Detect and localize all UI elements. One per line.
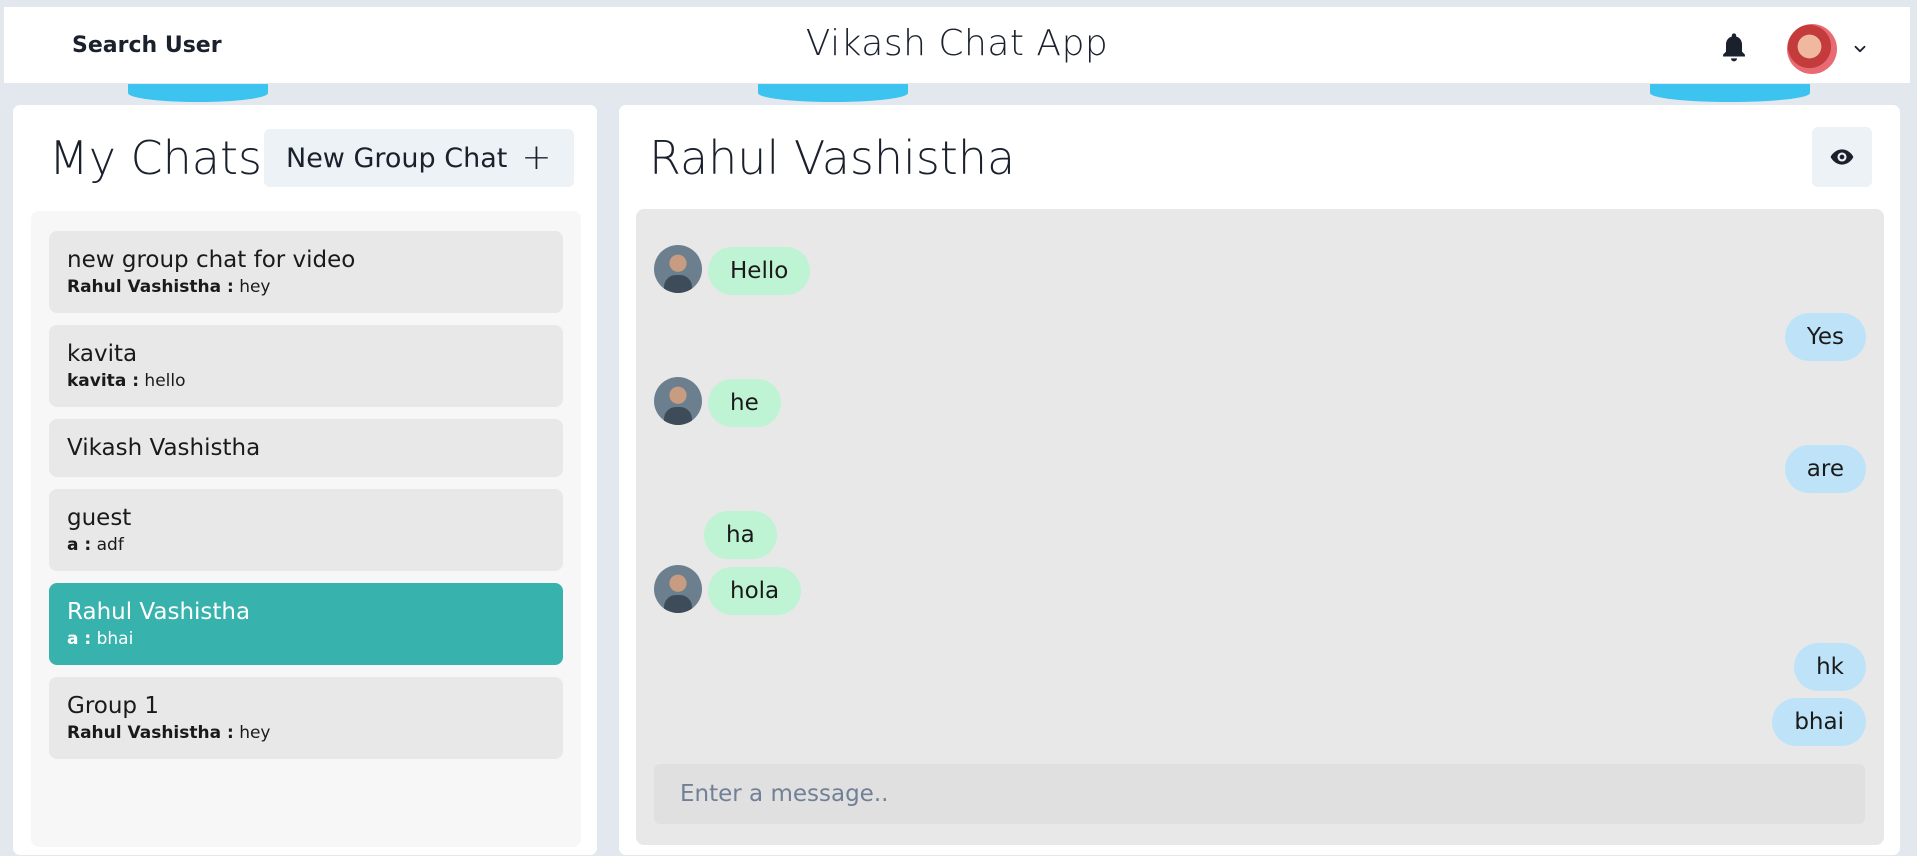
chat-latest-sender: kavita : <box>67 371 140 391</box>
plus-icon: + <box>521 137 552 178</box>
chat-title: Rahul Vashistha <box>649 131 1016 185</box>
my-chats-title: My Chats <box>49 131 262 185</box>
avatar[interactable] <box>654 377 702 425</box>
chat-list: new group chat for video Rahul Vashistha… <box>31 211 581 847</box>
chat-latest-sender: a : <box>67 629 92 649</box>
message-bubble-received: he <box>708 379 781 427</box>
chat-panel: Rahul Vashistha Hello Yes he are ha hola… <box>618 104 1901 856</box>
chat-name: Vikash Vashistha <box>67 435 261 461</box>
chat-latest-sender: Rahul Vashistha : <box>67 723 234 743</box>
chat-name: guest <box>67 505 132 531</box>
message-bubble-sent: bhai <box>1772 698 1866 746</box>
message-row: are <box>654 443 1866 493</box>
chat-latest-message: Rahul Vashistha : hey <box>67 275 545 299</box>
background-decoration <box>1650 84 1810 102</box>
chat-list-item[interactable]: kavita kavita : hello <box>49 325 563 407</box>
new-group-chat-label: New Group Chat <box>286 142 508 174</box>
message-bubble-received: ha <box>704 511 777 559</box>
chat-name: Rahul Vashistha <box>67 599 251 625</box>
message-row: Yes <box>654 311 1866 361</box>
chat-latest-message: Rahul Vashistha : hey <box>67 721 545 745</box>
app-title: Vikash Chat App <box>805 23 1109 64</box>
chat-latest-sender: Rahul Vashistha : <box>67 277 234 297</box>
chat-list-item[interactable]: Group 1 Rahul Vashistha : hey <box>49 677 563 759</box>
chat-latest-message: a : bhai <box>67 627 545 651</box>
avatar <box>1787 24 1837 74</box>
avatar[interactable] <box>654 565 702 613</box>
chat-latest-text: hello <box>144 371 186 391</box>
background-decoration <box>758 84 908 102</box>
message-bubble-received: Hello <box>708 247 811 295</box>
chat-list-item[interactable]: Vikash Vashistha <box>49 419 563 477</box>
top-header: Search User Vikash Chat App <box>4 7 1910 83</box>
chat-list-item[interactable]: new group chat for video Rahul Vashistha… <box>49 231 563 313</box>
my-chats-panel: My Chats New Group Chat + new group chat… <box>12 104 598 856</box>
message-bubble-received: hola <box>708 567 802 615</box>
message-row: hola <box>654 565 1866 615</box>
message-row: he <box>654 377 1866 427</box>
new-group-chat-button[interactable]: New Group Chat + <box>264 129 574 187</box>
profile-menu-button[interactable] <box>1787 24 1869 74</box>
message-input[interactable] <box>654 764 1865 824</box>
chat-name: Group 1 <box>67 693 159 719</box>
chat-name: new group chat for video <box>67 247 356 273</box>
chat-latest-text: adf <box>96 535 124 555</box>
messages-area[interactable]: Hello Yes he are ha hola hk bhai <box>636 209 1884 845</box>
bell-icon[interactable] <box>1719 31 1749 65</box>
message-row: hk <box>654 641 1866 691</box>
background-decoration <box>128 84 268 102</box>
chat-list-item[interactable]: guest a : adf <box>49 489 563 571</box>
message-row: ha <box>654 509 1866 559</box>
message-bubble-sent: hk <box>1794 643 1866 691</box>
message-bubble-sent: Yes <box>1784 313 1866 361</box>
chat-name: kavita <box>67 341 138 367</box>
message-bubble-sent: are <box>1784 445 1866 493</box>
chat-latest-text: hey <box>239 277 271 297</box>
chat-latest-message: kavita : hello <box>67 369 545 393</box>
chat-latest-text: hey <box>239 723 271 743</box>
eye-icon <box>1830 149 1854 165</box>
chat-list-item-active[interactable]: Rahul Vashistha a : bhai <box>49 583 563 665</box>
chevron-down-icon <box>1854 45 1866 53</box>
message-row: Hello <box>654 245 1866 295</box>
avatar[interactable] <box>654 245 702 293</box>
chat-latest-sender: a : <box>67 535 92 555</box>
view-profile-button[interactable] <box>1812 127 1872 187</box>
chat-latest-message: a : adf <box>67 533 545 557</box>
message-row: bhai <box>654 696 1866 746</box>
chat-latest-text: bhai <box>96 629 134 649</box>
